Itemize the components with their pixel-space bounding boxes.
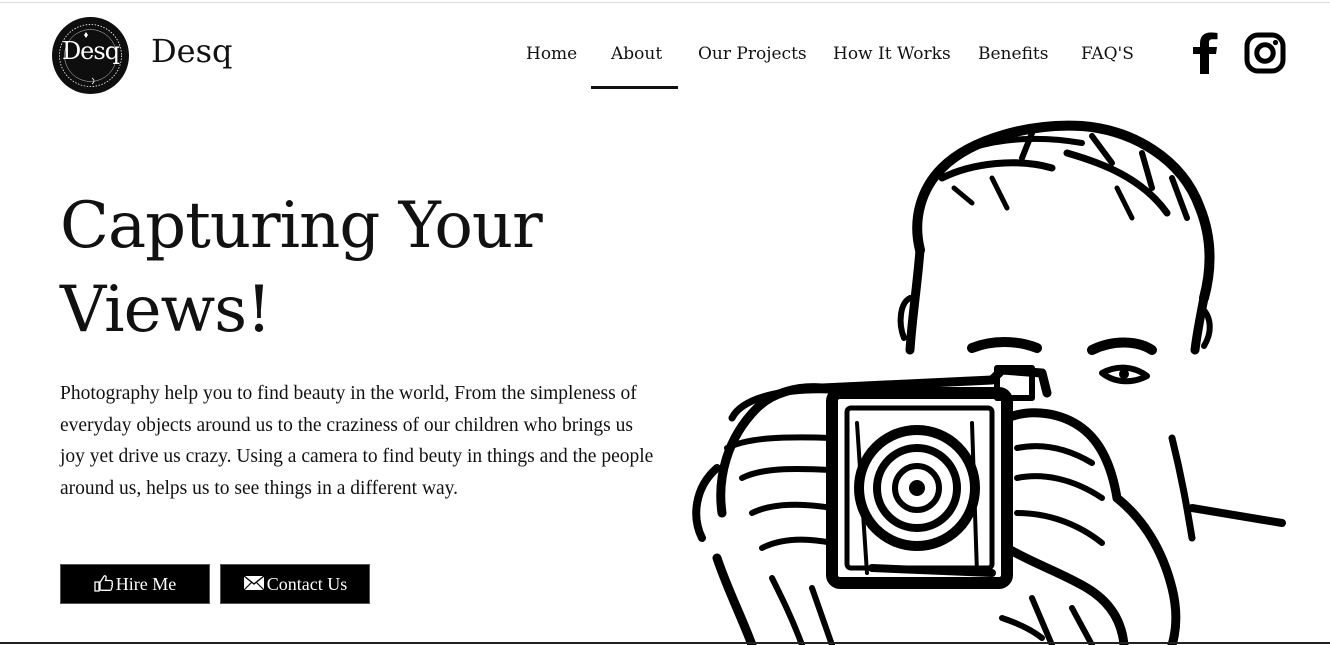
nav-our-projects[interactable]: Our Projects <box>698 44 807 64</box>
hero-title: Capturing Your Views! <box>60 184 680 352</box>
nav-how-it-works[interactable]: How It Works <box>833 44 951 64</box>
nav-about[interactable]: About <box>611 44 662 64</box>
nav-benefits[interactable]: Benefits <box>978 44 1048 64</box>
facebook-icon[interactable] <box>1190 32 1220 74</box>
brand-name[interactable]: Desq <box>151 32 233 70</box>
logo-text: Desq <box>61 37 120 65</box>
nav-faqs[interactable]: FAQ'S <box>1081 44 1134 64</box>
logo-badge[interactable]: Desq <box>52 17 129 94</box>
hire-me-label: Hire Me <box>115 573 177 594</box>
nav-home[interactable]: Home <box>526 44 577 64</box>
top-divider <box>0 2 1330 3</box>
active-nav-indicator <box>591 86 678 89</box>
photographer-illustration <box>692 120 1286 645</box>
hire-me-button[interactable]: Hire Me <box>60 564 210 604</box>
hero-description: Photography help you to find beauty in t… <box>60 383 654 499</box>
landing-page: Desq Desq Home About Our Projects How It… <box>0 0 1330 645</box>
bottom-divider <box>0 642 1330 644</box>
hero-title-line-2: Views! <box>60 273 272 347</box>
contact-us-button[interactable]: Contact Us <box>220 564 370 604</box>
contact-us-label: Contact Us <box>266 573 348 594</box>
envelope-icon <box>243 574 265 594</box>
thumbs-up-icon <box>94 574 114 595</box>
instagram-icon[interactable] <box>1244 32 1286 74</box>
hero-title-line-1: Capturing Your <box>60 189 543 263</box>
